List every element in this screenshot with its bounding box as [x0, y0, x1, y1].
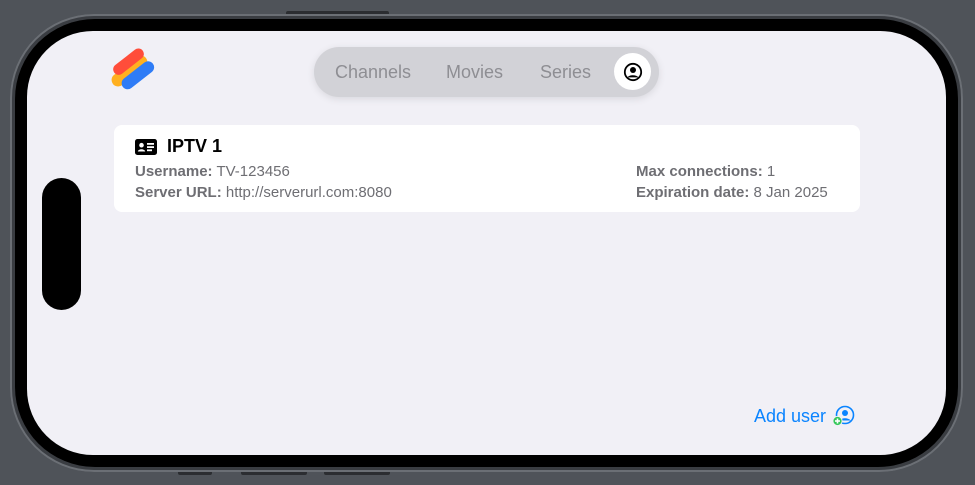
account-title: IPTV 1	[167, 136, 223, 156]
max-connections-label: Max connections:	[636, 163, 763, 180]
expiration-row: Expiration date: 8 Jan 2025	[636, 184, 828, 201]
username-label: Username:	[135, 163, 213, 180]
person-circle-icon	[623, 62, 642, 81]
add-user-label: Add user	[754, 405, 827, 426]
account-card[interactable]: IPTV 1 Username: TV-123456 Server URL: h…	[114, 125, 860, 212]
max-connections-value: 1	[766, 163, 776, 180]
add-user-button[interactable]: Add user	[754, 405, 856, 427]
tab-channels[interactable]: Channels	[335, 62, 411, 83]
dynamic-island	[42, 178, 81, 310]
tab-movies[interactable]: Movies	[446, 62, 503, 83]
server-url-value: http://serverurl.com:8080	[225, 184, 392, 201]
expiration-label: Expiration date:	[636, 184, 750, 201]
expiration-value: 8 Jan 2025	[753, 184, 828, 201]
app-logo	[107, 48, 157, 94]
username-value: TV-123456	[216, 163, 290, 180]
tab-bar: Channels Movies Series	[314, 47, 659, 97]
server-url-row: Server URL: http://serverurl.com:8080	[135, 184, 392, 201]
person-add-icon	[832, 405, 855, 427]
max-connections-row: Max connections: 1	[636, 163, 775, 180]
username-row: Username: TV-123456	[135, 163, 290, 180]
app-screen: Channels Movies Series IPTV 1 Username:	[27, 31, 946, 455]
server-url-label: Server URL:	[135, 184, 222, 201]
id-card-icon	[135, 138, 157, 155]
tab-series[interactable]: Series	[540, 62, 591, 83]
tab-profile[interactable]	[614, 53, 651, 90]
